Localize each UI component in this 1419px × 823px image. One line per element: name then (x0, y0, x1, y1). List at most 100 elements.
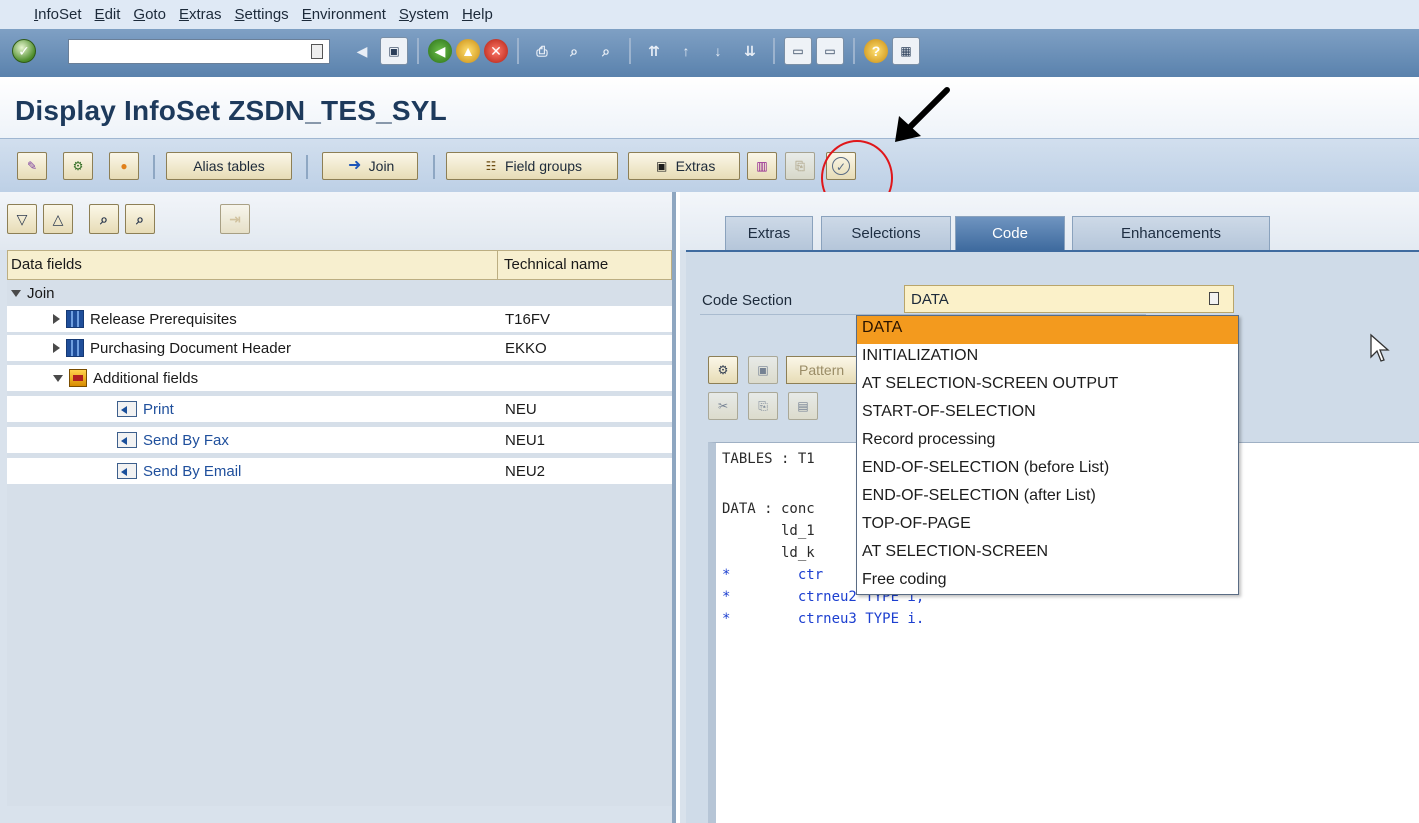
paste-icon[interactable]: ▤ (788, 392, 818, 420)
dropdown-option-data[interactable]: DATA (857, 316, 1238, 344)
dropdown-option-end-of-selection-before-list[interactable]: END-OF-SELECTION (before List) (857, 456, 1238, 484)
dropdown-option-record-processing[interactable]: Record processing (857, 428, 1238, 456)
annotation-arrow-icon (895, 87, 950, 142)
display-change-icon[interactable]: ✎ (17, 152, 47, 180)
dropdown-option-at-selection-screen-output[interactable]: AT SELECTION-SCREEN OUTPUT (857, 372, 1238, 400)
shortcut-icon[interactable]: ▭ (816, 37, 844, 65)
menu-edit[interactable]: Edit (95, 6, 121, 23)
join-label: Join (368, 158, 395, 174)
menu-infoset[interactable]: InfoSet (34, 6, 82, 23)
menu-goto[interactable]: Goto (133, 6, 166, 23)
activate-icon[interactable]: ⚙ (63, 152, 93, 180)
dropdown-option-at-selection-screen[interactable]: AT SELECTION-SCREEN (857, 540, 1238, 568)
toolbar-separator (629, 38, 631, 64)
find-next-icon[interactable]: ⌕ (592, 37, 620, 65)
dropdown-icon[interactable] (1209, 292, 1219, 305)
tree-node-join[interactable]: Join (7, 280, 672, 306)
collapse-all-icon[interactable]: △ (43, 204, 73, 234)
command-field[interactable] (68, 39, 330, 64)
menu-settings[interactable]: Settings (234, 6, 288, 23)
menu-environment[interactable]: Environment (302, 6, 386, 23)
additional-fields-icon (69, 369, 87, 387)
toolbar-separator (517, 38, 519, 64)
dropdown-option-end-of-selection-after-list[interactable]: END-OF-SELECTION (after List) (857, 484, 1238, 512)
technical-name: EKKO (505, 339, 547, 357)
field-groups-button[interactable]: ☷ Field groups (446, 152, 618, 180)
collapsed-arrow-icon[interactable] (53, 314, 60, 324)
dropdown-option-initialization[interactable]: INITIALIZATION (857, 344, 1238, 372)
code-line: ld_1 (722, 523, 815, 539)
table-icon (66, 339, 84, 357)
find-icon[interactable]: ⌕ (560, 37, 588, 65)
layout-menu-icon[interactable]: ▦ (892, 37, 920, 65)
system-toolbar: ✓ ◀ ▣ ◀ ▲ ✕ ⎙ ⌕ ⌕ ⇈ ↑ ↓ ⇊ ▭ ▭ ? ▦ (0, 29, 1419, 77)
alias-tables-button[interactable]: Alias tables (166, 152, 292, 180)
code-section-select[interactable]: DATA (904, 285, 1234, 313)
tab-code[interactable]: Code (955, 216, 1065, 250)
dropdown-option-free-coding[interactable]: Free coding (857, 568, 1238, 596)
column-data-fields[interactable]: Data fields (8, 251, 498, 279)
create-session-icon[interactable]: ▭ (784, 37, 812, 65)
title-bar: Display InfoSet ZSDN_TES_SYL (0, 77, 1419, 138)
dropdown-option-top-of-page[interactable]: TOP-OF-PAGE (857, 512, 1238, 540)
menu-bar: InfoSet Edit Goto Extras Settings Enviro… (0, 0, 1419, 29)
cut-icon[interactable]: ✂ (708, 392, 738, 420)
tree-node-additional-fields[interactable]: Additional fields (7, 365, 672, 391)
table-icon (66, 310, 84, 328)
tree-node-release-prerequisites[interactable]: Release Prerequisites T16FV (7, 306, 672, 332)
exit-icon[interactable]: ▲ (456, 39, 480, 63)
page-title: Display InfoSet ZSDN_TES_SYL (15, 95, 447, 126)
enter-check-icon[interactable]: ✓ (12, 39, 36, 63)
expanded-arrow-icon[interactable] (53, 374, 63, 382)
transport-icon[interactable]: ⎘ (785, 152, 815, 180)
help-icon[interactable]: ? (864, 39, 888, 63)
save-icon[interactable]: ▣ (380, 37, 408, 65)
previous-page-icon[interactable]: ↑ (672, 37, 700, 65)
technical-name: NEU2 (505, 462, 546, 480)
last-page-icon[interactable]: ⇊ (736, 37, 764, 65)
extras-button[interactable]: ▣ Extras (628, 152, 740, 180)
code-comment-line: * ctrneu3 TYPE i. (722, 611, 925, 627)
layout-icon[interactable]: ▥ (747, 152, 777, 180)
save-icon[interactable]: ▣ (748, 356, 778, 384)
generate-icon[interactable]: ● (109, 152, 139, 180)
tree-node-print[interactable]: Print NEU (7, 396, 672, 422)
print-icon[interactable]: ⎙ (528, 37, 556, 65)
command-history-dropdown-icon[interactable] (311, 44, 323, 59)
collapsed-arrow-icon[interactable] (53, 343, 60, 353)
code-line: TABLES : T1 (722, 451, 815, 467)
tree-node-label: Additional fields (93, 369, 199, 387)
expand-all-icon[interactable]: ▽ (7, 204, 37, 234)
dropdown-option-start-of-selection[interactable]: START-OF-SELECTION (857, 400, 1238, 428)
copy-icon[interactable]: ⎘ (748, 392, 778, 420)
first-page-icon[interactable]: ⇈ (640, 37, 668, 65)
find-next-icon[interactable]: ⌕ (125, 204, 155, 234)
history-back-icon[interactable]: ◀ (348, 37, 376, 65)
tab-extras[interactable]: Extras (725, 216, 813, 250)
field-icon (117, 401, 137, 417)
tab-selections[interactable]: Selections (821, 216, 951, 250)
menu-help[interactable]: Help (462, 6, 493, 23)
tab-enhancements[interactable]: Enhancements (1072, 216, 1270, 250)
join-button[interactable]: ➜ Join (322, 152, 418, 180)
cancel-icon[interactable]: ✕ (484, 39, 508, 63)
technical-name: T16FV (505, 310, 551, 328)
find-icon[interactable]: ⌕ (89, 204, 119, 234)
display-change-icon[interactable]: ⚙ (708, 356, 738, 384)
technical-name: NEU (505, 400, 537, 418)
tree-node-send-by-fax[interactable]: Send By Fax NEU1 (7, 427, 672, 453)
menu-extras[interactable]: Extras (179, 6, 222, 23)
toolbar-separator (306, 155, 308, 179)
tree-node-purchasing-document-header[interactable]: Purchasing Document Header EKKO (7, 335, 672, 361)
tree-node-send-by-email[interactable]: Send By Email NEU2 (7, 458, 672, 484)
menu-system[interactable]: System (399, 6, 449, 23)
column-technical-name[interactable]: Technical name (498, 251, 671, 279)
back-icon[interactable]: ◀ (428, 39, 452, 63)
code-line: ld_k (722, 545, 815, 561)
technical-name: NEU1 (505, 431, 546, 449)
expand-subtree-icon[interactable]: ⇥ (220, 204, 250, 234)
next-page-icon[interactable]: ↓ (704, 37, 732, 65)
toolbar-separator (853, 38, 855, 64)
field-icon (117, 432, 137, 448)
expanded-arrow-icon[interactable] (11, 289, 21, 297)
